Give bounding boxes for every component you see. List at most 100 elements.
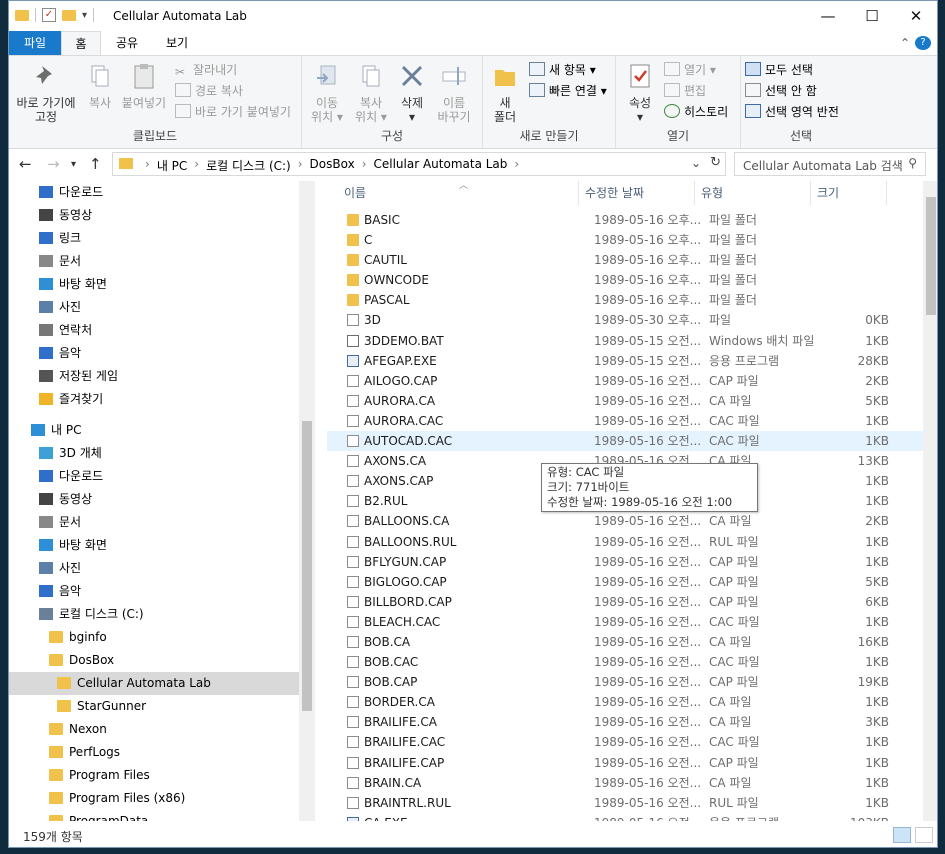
customize-toolbar-icon[interactable]: ▾ xyxy=(82,10,87,21)
back-arrow-icon[interactable]: ← xyxy=(19,155,32,173)
nav-item[interactable]: ProgramData xyxy=(9,810,299,821)
help-icon[interactable]: ? xyxy=(915,36,931,50)
properties-quick-icon[interactable]: ✓ xyxy=(42,8,56,22)
minimize-button[interactable]: — xyxy=(805,1,851,31)
history-button[interactable]: 히스토리 xyxy=(664,104,728,120)
recent-locations-icon[interactable]: ▾ xyxy=(71,159,76,170)
nav-item[interactable]: Cellular Automata Lab xyxy=(9,672,299,695)
nav-item[interactable]: bginfo xyxy=(9,626,299,649)
breadcrumb-separator[interactable]: › xyxy=(141,157,154,174)
nav-item[interactable]: 다운로드 xyxy=(9,465,299,488)
nav-item[interactable]: StarGunner xyxy=(9,695,299,718)
file-row[interactable]: BORDER.CA 1989-05-16 오전... CA 파일 1KB xyxy=(327,692,923,712)
file-row[interactable]: BILLBORD.CAP 1989-05-16 오전... CAP 파일 6KB xyxy=(327,592,923,612)
breadcrumb-item[interactable]: 내 PC xyxy=(154,157,190,174)
file-row[interactable]: BALLOONS.CA 1989-05-16 오전... CA 파일 2KB xyxy=(327,511,923,531)
new-item-button[interactable]: 새 항목 ▾ xyxy=(529,62,596,78)
nav-item[interactable]: 음악 xyxy=(9,342,299,365)
nav-item[interactable]: Nexon xyxy=(9,718,299,741)
nav-item[interactable]: 동영상 xyxy=(9,204,299,227)
new-folder-button[interactable]: 새 폴더 xyxy=(487,62,523,124)
select-all-button[interactable]: 모두 선택 xyxy=(745,62,813,78)
list-scrollbar[interactable] xyxy=(923,181,937,821)
file-row[interactable]: AURORA.CAC 1989-05-16 오전... CAC 파일 1KB xyxy=(327,411,923,431)
file-row[interactable]: AURORA.CA 1989-05-16 오전... CA 파일 5KB xyxy=(327,391,923,411)
new-folder-quick-icon[interactable] xyxy=(62,9,76,21)
up-arrow-icon[interactable]: ↑ xyxy=(89,155,102,173)
details-view-icon[interactable] xyxy=(893,827,911,843)
file-row[interactable]: CAUTIL 1989-05-16 오후... 파일 폴더 xyxy=(327,250,923,270)
forward-arrow-icon[interactable]: → xyxy=(47,155,60,173)
nav-item[interactable]: 다운로드 xyxy=(9,181,299,204)
file-row[interactable]: BRAINTRL.RUL 1989-05-16 오전... RUL 파일 1KB xyxy=(327,793,923,813)
file-row[interactable]: AILOGO.CAP 1989-05-16 오전... CAP 파일 2KB xyxy=(327,371,923,391)
paste-shortcut-button[interactable]: 바로 가기 붙여넣기 xyxy=(175,104,291,120)
breadcrumb-separator[interactable]: › xyxy=(510,157,523,174)
nav-item[interactable]: 문서 xyxy=(9,250,299,273)
file-row[interactable]: BRAILIFE.CAC 1989-05-16 오전... CAC 파일 1KB xyxy=(327,732,923,752)
collapse-ribbon-icon[interactable]: ⌃ xyxy=(897,31,913,55)
nav-item[interactable]: 내 PC xyxy=(9,419,299,442)
open-button[interactable]: 열기 ▾ xyxy=(664,62,716,78)
invert-selection-button[interactable]: 선택 영역 반전 xyxy=(745,104,839,120)
nav-item[interactable]: 문서 xyxy=(9,511,299,534)
tab-home[interactable]: 홈 xyxy=(61,31,101,55)
nav-item[interactable]: 바탕 화면 xyxy=(9,534,299,557)
file-row[interactable]: BOB.CAC 1989-05-16 오전... CAC 파일 1KB xyxy=(327,652,923,672)
nav-item[interactable]: 3D 개체 xyxy=(9,442,299,465)
select-none-button[interactable]: 선택 안 함 xyxy=(745,83,817,99)
file-row[interactable]: BOB.CA 1989-05-16 오전... CA 파일 16KB xyxy=(327,632,923,652)
file-row[interactable]: 3D 1989-05-30 오후... 파일 0KB xyxy=(327,310,923,330)
breadcrumb-separator[interactable]: › xyxy=(190,157,203,174)
column-header-size[interactable]: 크기 xyxy=(811,181,887,205)
file-row[interactable]: AFEGAP.EXE 1989-05-15 오전... 응용 프로그램 28KB xyxy=(327,351,923,371)
nav-item[interactable]: 로컬 디스크 (C:) xyxy=(9,603,299,626)
edit-button[interactable]: 편집 xyxy=(664,83,706,99)
file-row[interactable]: OWNCODE 1989-05-16 오후... 파일 폴더 xyxy=(327,270,923,290)
nav-item[interactable]: DosBox xyxy=(9,649,299,672)
list-scrollbar-thumb[interactable] xyxy=(926,197,936,315)
nav-item[interactable]: 연락처 xyxy=(9,319,299,342)
column-header-type[interactable]: 유형 xyxy=(695,181,811,205)
file-row[interactable]: BRAIN.CA 1989-05-16 오전... CA 파일 1KB xyxy=(327,773,923,793)
file-row[interactable]: CA.EXE 1989-05-16 오전... 응용 프로그램103KB xyxy=(327,813,923,821)
rename-button[interactable]: 이름 바꾸기 xyxy=(432,62,476,124)
file-row[interactable]: BIGLOGO.CAP 1989-05-16 오전... CAP 파일 5KB xyxy=(327,572,923,592)
tab-file[interactable]: 파일 xyxy=(9,31,61,55)
file-row[interactable]: BRAILIFE.CA 1989-05-16 오전... CA 파일 3KB xyxy=(327,712,923,732)
address-bar[interactable]: › 내 PC › 로컬 디스크 (C:) › DosBox › Cellular Automa… xyxy=(112,152,726,176)
file-row[interactable]: AUTOCAD.CAC 1989-05-16 오전... CAC 파일 1KB xyxy=(327,431,923,452)
search-box[interactable]: Cellular Automata Lab 검색 ⚲ xyxy=(734,152,926,176)
file-row[interactable]: BASIC 1989-05-16 오후... 파일 폴더 xyxy=(327,210,923,230)
nav-item[interactable]: Program Files xyxy=(9,764,299,787)
address-history-icon[interactable]: ⌄ xyxy=(691,156,701,170)
file-row[interactable]: 3DDEMO.BAT 1989-05-15 오전... Windows 배치 파일 1… xyxy=(327,331,923,351)
file-row[interactable]: C 1989-05-16 오후... 파일 폴더 xyxy=(327,230,923,250)
nav-item[interactable]: 즐겨찾기 xyxy=(9,388,299,411)
column-header-date[interactable]: 수정한 날짜 xyxy=(579,181,695,205)
breadcrumb-item[interactable]: DosBox xyxy=(307,157,358,174)
file-row[interactable]: BALLOONS.RUL 1989-05-16 오전... RUL 파일 1KB xyxy=(327,532,923,552)
nav-item[interactable]: 링크 xyxy=(9,227,299,250)
breadcrumb-separator[interactable]: › xyxy=(358,157,371,174)
tab-share[interactable]: 공유 xyxy=(109,31,145,55)
file-row[interactable]: BOB.CAP 1989-05-16 오전... CAP 파일 19KB xyxy=(327,672,923,692)
nav-item[interactable]: 음악 xyxy=(9,580,299,603)
copy-button[interactable]: 복사 xyxy=(83,62,117,110)
maximize-button[interactable]: ☐ xyxy=(849,1,895,31)
file-row[interactable]: BLEACH.CAC 1989-05-16 오전... CAC 파일 1KB xyxy=(327,612,923,632)
pin-quick-access-button[interactable]: 바로 가기에 고정 xyxy=(11,62,81,124)
copy-path-button[interactable]: 경로 복사 xyxy=(175,83,243,99)
file-row[interactable]: BFLYGUN.CAP 1989-05-16 오전... CAP 파일 1KB xyxy=(327,552,923,572)
nav-item[interactable]: Program Files (x86) xyxy=(9,787,299,810)
easy-access-button[interactable]: 빠른 연결 ▾ xyxy=(529,83,607,99)
nav-item[interactable]: PerfLogs xyxy=(9,741,299,764)
nav-item[interactable]: 저장된 게임 xyxy=(9,365,299,388)
large-icons-view-icon[interactable] xyxy=(915,827,933,843)
refresh-icon[interactable]: ↻ xyxy=(710,155,721,170)
nav-scrollbar[interactable] xyxy=(299,181,315,821)
breadcrumb-separator[interactable]: › xyxy=(294,157,307,174)
move-to-button[interactable]: 이동 위치 ▾ xyxy=(306,62,348,124)
nav-item[interactable]: 사진 xyxy=(9,557,299,580)
copy-to-button[interactable]: 복사 위치 ▾ xyxy=(350,62,392,124)
